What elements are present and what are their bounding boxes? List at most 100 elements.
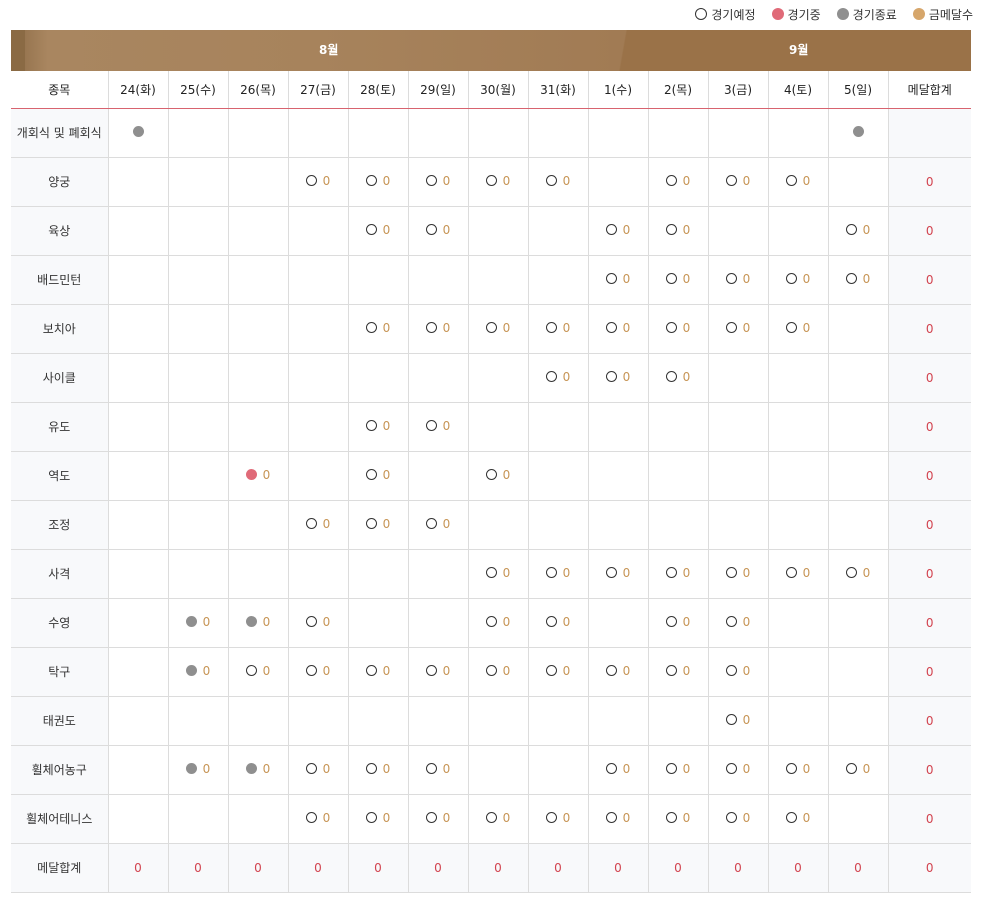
schedule-cell[interactable]: 0 — [348, 500, 409, 550]
event-sched[interactable]: 0 — [605, 762, 630, 776]
schedule-cell[interactable]: 0 — [708, 696, 769, 746]
schedule-cell[interactable]: 0 — [288, 500, 349, 550]
event-sched[interactable]: 0 — [605, 370, 630, 384]
event-sched[interactable]: 0 — [665, 321, 690, 335]
event-sched[interactable]: 0 — [425, 419, 450, 433]
event-sched[interactable]: 0 — [665, 615, 690, 629]
schedule-cell[interactable] — [828, 108, 889, 158]
event-sched[interactable]: 0 — [305, 174, 330, 188]
schedule-cell[interactable]: 0 — [288, 794, 349, 844]
event-sched[interactable]: 0 — [305, 615, 330, 629]
event-sched[interactable]: 0 — [665, 811, 690, 825]
schedule-cell[interactable]: 0 — [468, 549, 529, 599]
schedule-cell[interactable]: 0 — [768, 255, 829, 305]
schedule-cell[interactable]: 0 — [528, 794, 589, 844]
event-done[interactable]: 0 — [185, 664, 210, 678]
event-sched[interactable]: 0 — [425, 664, 450, 678]
schedule-cell[interactable]: 0 — [828, 255, 889, 305]
event-sched[interactable]: 0 — [725, 664, 750, 678]
event-sched[interactable]: 0 — [725, 762, 750, 776]
schedule-cell[interactable]: 0 — [768, 157, 829, 207]
event-sched[interactable]: 0 — [545, 321, 570, 335]
event-sched[interactable]: 0 — [725, 272, 750, 286]
schedule-cell[interactable]: 0 — [348, 402, 409, 452]
event-sched[interactable]: 0 — [545, 566, 570, 580]
schedule-cell[interactable]: 0 — [528, 353, 589, 403]
event-sched[interactable]: 0 — [365, 664, 390, 678]
event-sched[interactable]: 0 — [785, 174, 810, 188]
event-sched[interactable]: 0 — [605, 223, 630, 237]
event-sched[interactable]: 0 — [665, 762, 690, 776]
event-sched[interactable]: 0 — [305, 762, 330, 776]
schedule-cell[interactable]: 0 — [588, 304, 649, 354]
schedule-cell[interactable]: 0 — [228, 745, 289, 795]
schedule-cell[interactable]: 0 — [408, 745, 469, 795]
event-sched[interactable]: 0 — [665, 370, 690, 384]
event-done[interactable]: 0 — [245, 615, 270, 629]
event-sched[interactable]: 0 — [665, 664, 690, 678]
event-sched[interactable]: 0 — [305, 517, 330, 531]
schedule-cell[interactable]: 0 — [588, 206, 649, 256]
event-sched[interactable]: 0 — [785, 321, 810, 335]
event-sched[interactable]: 0 — [485, 566, 510, 580]
schedule-cell[interactable]: 0 — [348, 794, 409, 844]
schedule-cell[interactable]: 0 — [408, 157, 469, 207]
schedule-cell[interactable]: 0 — [648, 353, 709, 403]
schedule-cell[interactable]: 0 — [828, 549, 889, 599]
event-sched[interactable]: 0 — [485, 321, 510, 335]
event-sched[interactable]: 0 — [425, 321, 450, 335]
schedule-cell[interactable]: 0 — [648, 598, 709, 648]
event-sched[interactable]: 0 — [785, 762, 810, 776]
schedule-cell[interactable]: 0 — [648, 255, 709, 305]
schedule-cell[interactable]: 0 — [708, 745, 769, 795]
schedule-cell[interactable]: 0 — [168, 745, 229, 795]
schedule-cell[interactable]: 0 — [528, 549, 589, 599]
event-sched[interactable]: 0 — [665, 566, 690, 580]
event-sched[interactable]: 0 — [425, 517, 450, 531]
schedule-cell[interactable]: 0 — [768, 745, 829, 795]
schedule-cell[interactable]: 0 — [648, 745, 709, 795]
event-sched[interactable]: 0 — [365, 321, 390, 335]
schedule-cell[interactable]: 0 — [528, 157, 589, 207]
event-sched[interactable]: 0 — [545, 615, 570, 629]
schedule-cell[interactable]: 0 — [528, 647, 589, 697]
schedule-cell[interactable]: 0 — [708, 549, 769, 599]
schedule-cell[interactable]: 0 — [168, 647, 229, 697]
event-sched[interactable]: 0 — [485, 615, 510, 629]
event-sched[interactable]: 0 — [665, 223, 690, 237]
event-sched[interactable]: 0 — [365, 223, 390, 237]
schedule-cell[interactable]: 0 — [828, 206, 889, 256]
schedule-cell[interactable]: 0 — [588, 353, 649, 403]
event-done[interactable]: 0 — [245, 762, 270, 776]
schedule-cell[interactable]: 0 — [288, 647, 349, 697]
event-sched[interactable]: 0 — [725, 566, 750, 580]
schedule-cell[interactable]: 0 — [468, 157, 529, 207]
schedule-cell[interactable]: 0 — [648, 647, 709, 697]
schedule-cell[interactable]: 0 — [588, 745, 649, 795]
event-sched[interactable]: 0 — [365, 419, 390, 433]
schedule-cell[interactable]: 0 — [768, 794, 829, 844]
schedule-cell[interactable]: 0 — [408, 794, 469, 844]
schedule-cell[interactable]: 0 — [528, 304, 589, 354]
event-sched[interactable]: 0 — [545, 664, 570, 678]
event-sched[interactable]: 0 — [605, 664, 630, 678]
event-sched[interactable]: 0 — [665, 272, 690, 286]
schedule-cell[interactable]: 0 — [468, 451, 529, 501]
event-sched[interactable]: 0 — [605, 321, 630, 335]
event-sched[interactable]: 0 — [365, 811, 390, 825]
event-sched[interactable]: 0 — [485, 174, 510, 188]
schedule-cell[interactable]: 0 — [648, 206, 709, 256]
schedule-cell[interactable]: 0 — [348, 304, 409, 354]
event-sched[interactable]: 0 — [485, 811, 510, 825]
event-sched[interactable]: 0 — [665, 174, 690, 188]
event-sched[interactable]: 0 — [545, 174, 570, 188]
event-sched[interactable]: 0 — [725, 713, 750, 727]
schedule-cell[interactable]: 0 — [648, 157, 709, 207]
schedule-cell[interactable]: 0 — [468, 598, 529, 648]
schedule-cell[interactable]: 0 — [228, 598, 289, 648]
event-sched[interactable]: 0 — [785, 566, 810, 580]
event-sched[interactable]: 0 — [485, 664, 510, 678]
event-done[interactable] — [132, 125, 144, 137]
schedule-cell[interactable]: 0 — [408, 647, 469, 697]
schedule-cell[interactable]: 0 — [708, 157, 769, 207]
